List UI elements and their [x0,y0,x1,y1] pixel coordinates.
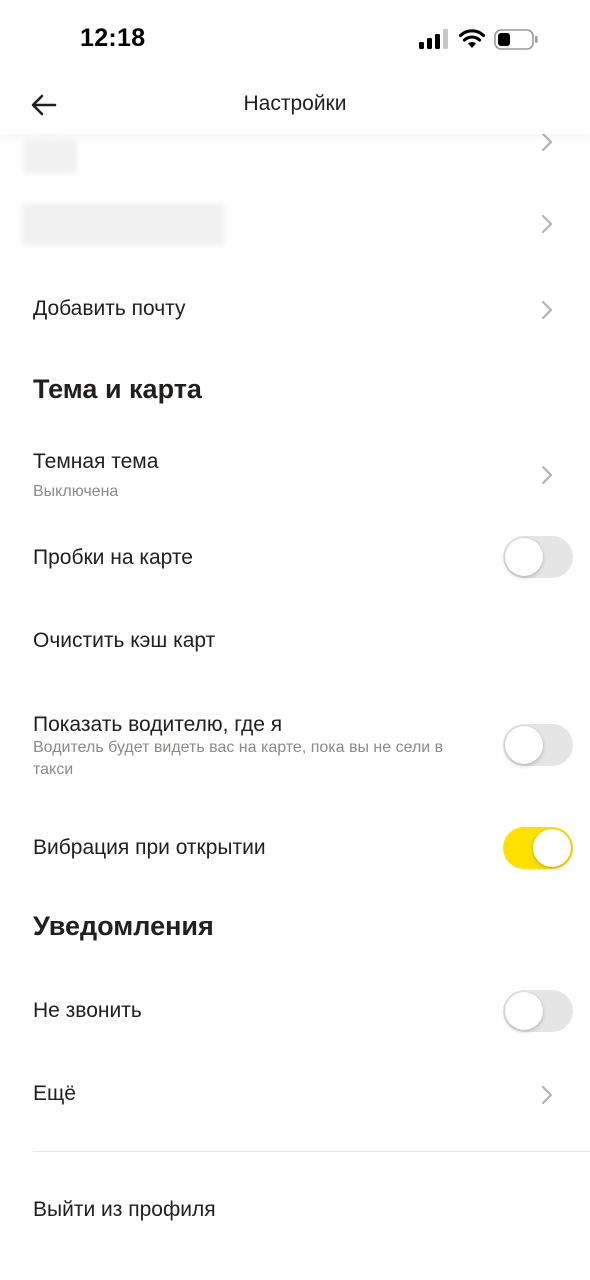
show-driver-hint: Водитель будет видеть вас на карте, пока… [33,739,444,778]
toggle-knob [505,726,543,764]
chevron-right-icon [541,300,553,320]
add-email-row[interactable]: Добавить почту [0,280,590,340]
chevron-right-icon [541,132,553,152]
divider [33,1151,590,1152]
cellular-signal-icon [419,29,448,49]
section-title-notifications: Уведомления [33,911,214,941]
more-label: Ещё [33,1082,76,1105]
chevron-right-icon [541,1085,553,1105]
toggle-knob [533,829,571,867]
chevron-right-icon [541,214,553,234]
show-driver-row: Показать водителю, где я Водитель будет … [0,700,590,790]
vibration-toggle[interactable] [503,827,573,869]
traffic-label: Пробки на карте [33,546,193,569]
logout-label: Выйти из профиля [33,1198,216,1221]
toggle-knob [505,538,543,576]
battery-icon [494,29,538,50]
header: Настройки [0,80,590,134]
vibration-row: Вибрация при открытии [0,820,590,876]
vibration-label: Вибрация при открытии [33,836,266,859]
clear-cache-label: Очистить кэш карт [33,629,216,652]
dark-theme-value: Выключена [33,483,119,500]
logout-row[interactable]: Выйти из профиля [0,1182,590,1238]
page-title: Настройки [243,92,347,115]
toggle-knob [505,992,543,1030]
traffic-row: Пробки на карте [0,530,590,586]
show-driver-toggle[interactable] [503,724,573,766]
more-row[interactable]: Ещё [0,1066,590,1122]
show-driver-label: Показать водителю, где я [33,713,283,736]
traffic-toggle[interactable] [503,536,573,578]
chevron-right-icon [541,465,553,485]
status-time: 12:18 [80,24,146,52]
section-title-theme-map: Тема и карта [33,374,202,404]
clear-cache-row[interactable]: Очистить кэш карт [0,614,590,670]
add-email-label: Добавить почту [33,297,186,320]
dark-theme-label: Темная тема [33,450,159,473]
redacted-field-1[interactable] [24,140,77,173]
do-not-call-label: Не звонить [33,999,142,1022]
status-bar: 12:18 [0,0,590,80]
do-not-call-toggle[interactable] [503,990,573,1032]
dark-theme-row[interactable]: Темная тема Выключена [0,440,590,510]
redacted-field-2[interactable] [22,204,224,245]
wifi-icon [458,29,486,48]
do-not-call-row: Не звонить [0,984,590,1040]
